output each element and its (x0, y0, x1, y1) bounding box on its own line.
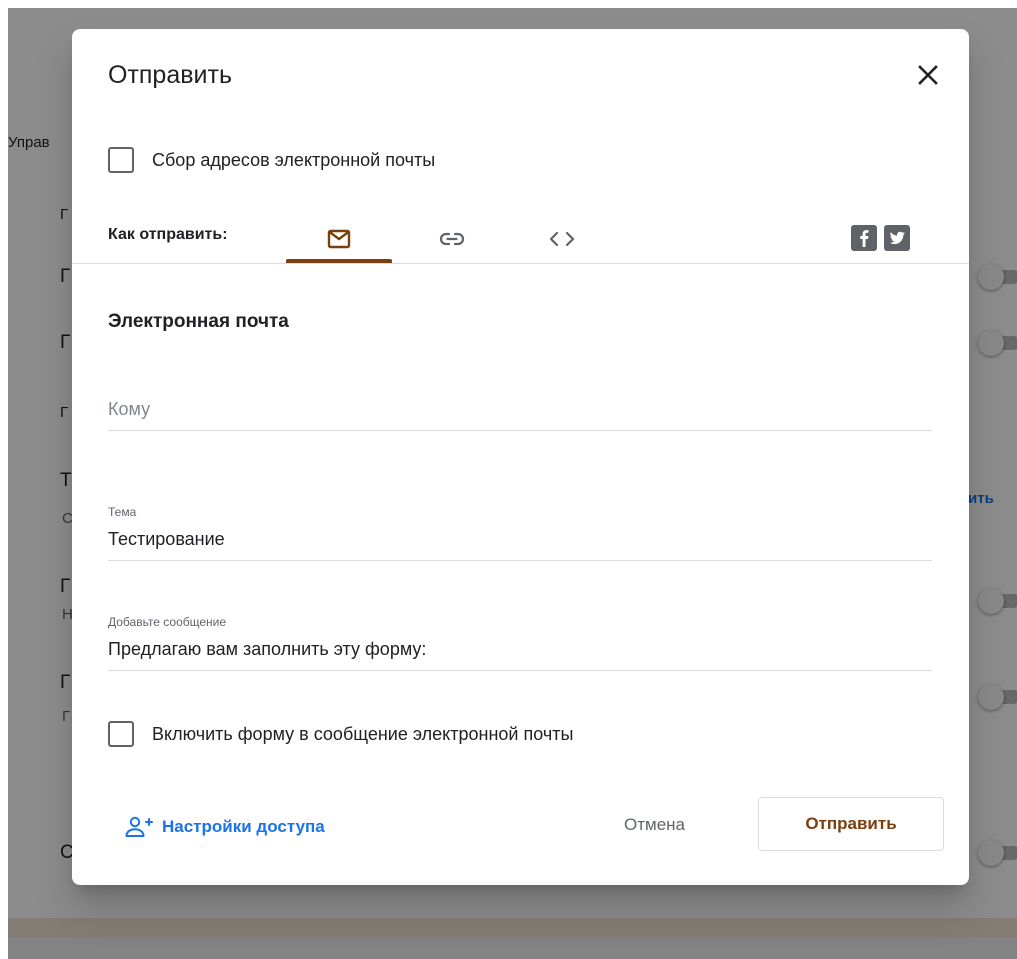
dialog-title: Отправить (108, 61, 232, 89)
to-field (108, 391, 932, 431)
include-form-checkbox[interactable] (108, 721, 134, 747)
tab-embed[interactable] (522, 215, 602, 263)
link-icon (439, 232, 465, 246)
tab-link[interactable] (412, 215, 492, 263)
twitter-icon (889, 231, 905, 245)
share-settings-button[interactable]: Настройки доступа (124, 815, 325, 839)
send-button[interactable]: Отправить (758, 797, 944, 851)
facebook-icon (860, 230, 869, 247)
add-person-icon (125, 816, 153, 837)
collect-emails-checkbox[interactable] (108, 147, 134, 173)
close-icon (918, 65, 938, 85)
subject-field: Тема (108, 505, 932, 561)
close-button[interactable] (912, 59, 944, 91)
include-form-label: Включить форму в сообщение электронной п… (152, 723, 574, 744)
share-settings-label: Настройки доступа (162, 817, 325, 836)
embed-code-icon (549, 231, 575, 247)
to-input[interactable] (108, 391, 932, 431)
message-field: Добавьте сообщение (108, 615, 932, 671)
include-form-row[interactable]: Включить форму в сообщение электронной п… (108, 721, 573, 747)
send-via-label: Как отправить: (108, 226, 228, 243)
message-input[interactable] (108, 631, 932, 671)
page-left-border (0, 0, 8, 959)
subject-label: Тема (108, 505, 137, 519)
section-title: Электронная почта (108, 311, 289, 332)
email-icon (327, 229, 351, 249)
twitter-share-button[interactable] (884, 225, 910, 251)
cancel-button[interactable]: Отмена (624, 815, 685, 835)
send-via-row: Как отправить: (72, 215, 969, 263)
tabs-divider (72, 263, 969, 264)
collect-emails-label: Сбор адресов электронной почты (152, 149, 436, 170)
tab-email[interactable] (286, 215, 392, 263)
message-label: Добавьте сообщение (108, 615, 227, 629)
facebook-share-button[interactable] (851, 225, 877, 251)
subject-input[interactable] (108, 521, 932, 561)
send-dialog: Отправить Сбор адресов электронной почты… (72, 29, 969, 885)
collect-emails-row[interactable]: Сбор адресов электронной почты (108, 147, 435, 173)
